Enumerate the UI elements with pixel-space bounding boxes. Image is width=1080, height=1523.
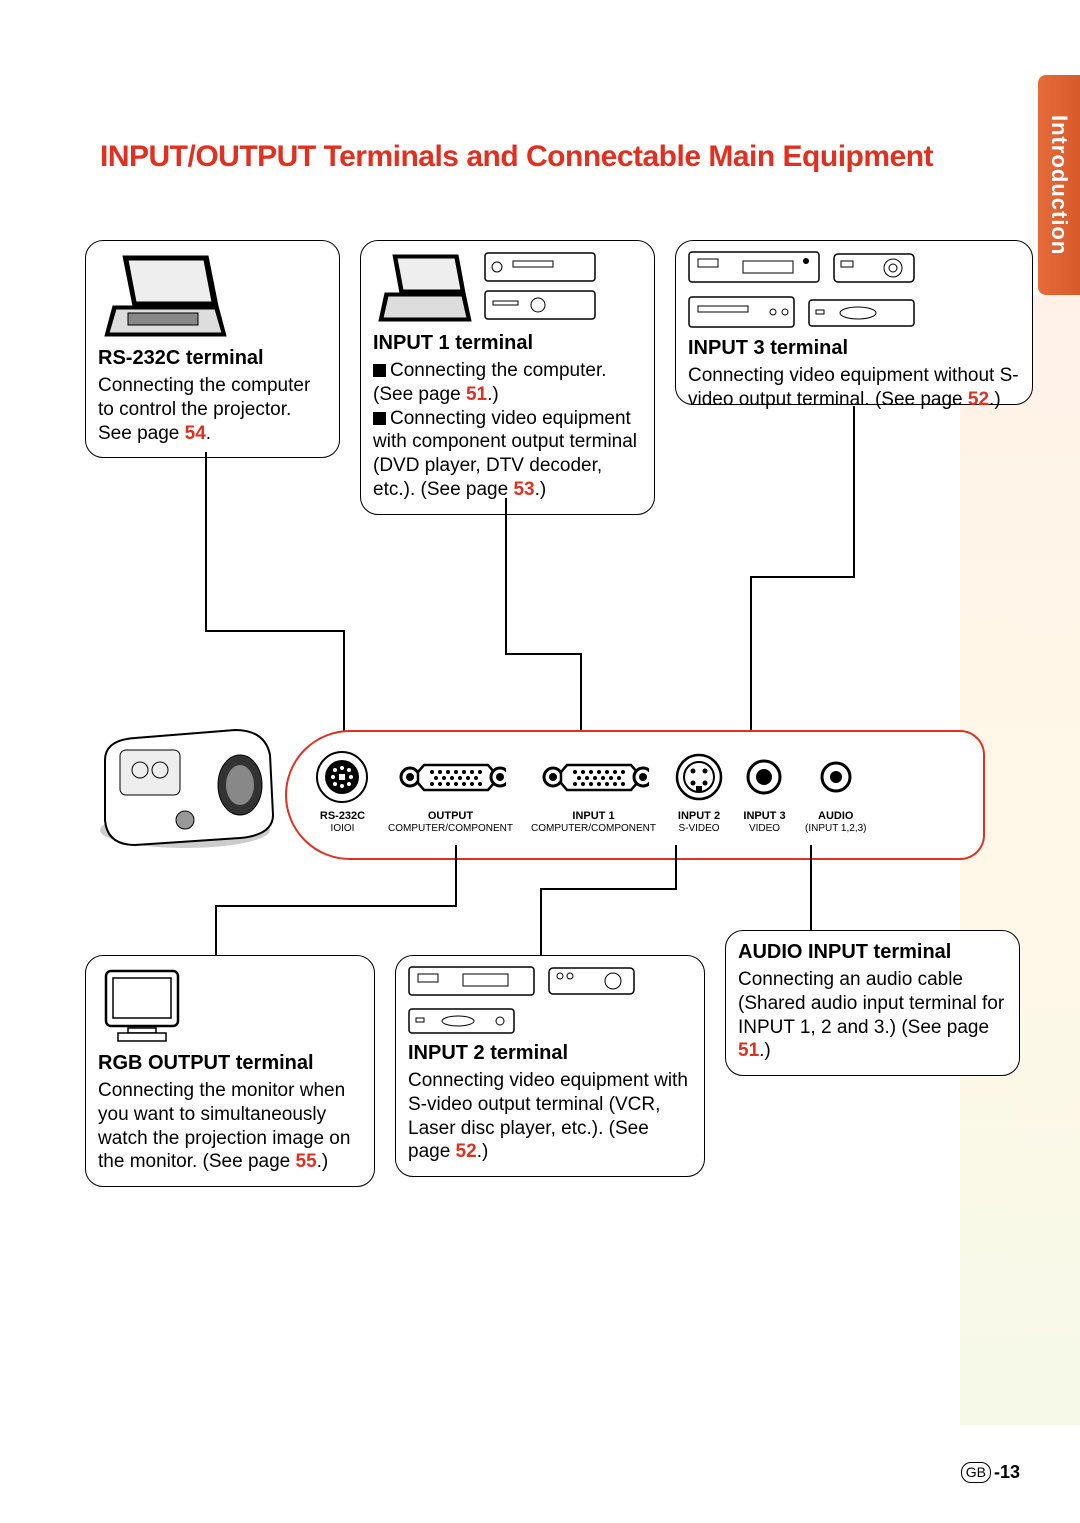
- port-rs232c: RS-232CIOIOI: [315, 750, 370, 834]
- connector-line: [505, 498, 507, 653]
- connector-line: [810, 845, 812, 930]
- box-input2: INPUT 2 terminal Connecting video equipm…: [395, 955, 705, 1177]
- connector-line: [540, 888, 542, 955]
- page-title: INPUT/OUTPUT Terminals and Connectable M…: [100, 140, 933, 174]
- connector-line: [205, 630, 343, 632]
- connector-line: [853, 406, 855, 576]
- port-input1: INPUT 1COMPUTER/COMPONENT: [531, 750, 656, 834]
- connector-line: [205, 452, 207, 632]
- connector-line: [215, 905, 457, 907]
- vcr-icon: [688, 251, 823, 286]
- port-audio: AUDIO(INPUT 1,2,3): [805, 750, 867, 834]
- box-rgb-title: RGB OUTPUT terminal: [98, 1052, 362, 1075]
- connector-line: [540, 888, 677, 890]
- tuner-icon: [688, 296, 798, 331]
- box-audio-title: AUDIO INPUT terminal: [738, 941, 1007, 964]
- camcorder-icon: [548, 966, 638, 998]
- box-rs232c-title: RS-232C terminal: [98, 347, 327, 370]
- port-output: OUTPUTCOMPUTER/COMPONENT: [388, 750, 513, 834]
- box-audio-input: AUDIO INPUT terminal Connecting an audio…: [725, 930, 1020, 1076]
- camcorder-icon: [833, 251, 918, 286]
- box-input3-title: INPUT 3 terminal: [688, 337, 1020, 360]
- box-input2-title: INPUT 2 terminal: [408, 1042, 692, 1065]
- diagram-content: RS-232C terminal Connecting the computer…: [85, 240, 985, 1290]
- connector-line: [750, 576, 752, 738]
- page-number: -13: [994, 1462, 1020, 1483]
- connector-line: [343, 630, 345, 738]
- laptop-icon: [98, 251, 228, 341]
- box-rgb-body: Connecting the monitor when you want to …: [98, 1079, 362, 1174]
- connector-line: [750, 576, 855, 578]
- laserdisc-icon: [408, 1008, 518, 1036]
- box-rs232c-body: Connecting the computer to control the p…: [98, 374, 327, 445]
- connector-line: [675, 845, 677, 888]
- box-input1: INPUT 1 terminal Connecting the computer…: [360, 240, 655, 515]
- port-input3: INPUT 3VIDEO: [742, 750, 787, 834]
- dvd-dtv-icon: [483, 251, 603, 326]
- laptop-icon: [373, 251, 473, 326]
- box-input2-body: Connecting video equipment with S-video …: [408, 1069, 692, 1164]
- box-input3-body: Connecting video equipment without S-vid…: [688, 364, 1020, 412]
- box-input1-body: Connecting the computer. (See page 51.) …: [373, 359, 642, 502]
- monitor-icon: [98, 966, 188, 1046]
- vcr-icon: [408, 966, 538, 998]
- region-badge: GB: [961, 1462, 991, 1482]
- box-rgb-output: RGB OUTPUT terminal Connecting the monit…: [85, 955, 375, 1187]
- laserdisc-icon: [808, 299, 918, 329]
- box-rs232c: RS-232C terminal Connecting the computer…: [85, 240, 340, 458]
- section-tab-label: Introduction: [1046, 115, 1072, 255]
- box-input1-title: INPUT 1 terminal: [373, 332, 642, 355]
- box-input3: INPUT 3 terminal Connecting video equipm…: [675, 240, 1033, 405]
- connector-line: [580, 653, 582, 738]
- box-audio-body: Connecting an audio cable (Shared audio …: [738, 968, 1007, 1063]
- page-footer: GB -13: [961, 1462, 1020, 1483]
- port-input2: INPUT 2S-VIDEO: [674, 750, 724, 834]
- connector-line: [455, 845, 457, 905]
- section-tab: Introduction: [1038, 75, 1080, 295]
- connector-line: [215, 905, 217, 955]
- terminal-panel: RS-232CIOIOI OUTPUTCOMPUTER/COMPONENT IN…: [85, 730, 985, 915]
- connector-line: [505, 653, 580, 655]
